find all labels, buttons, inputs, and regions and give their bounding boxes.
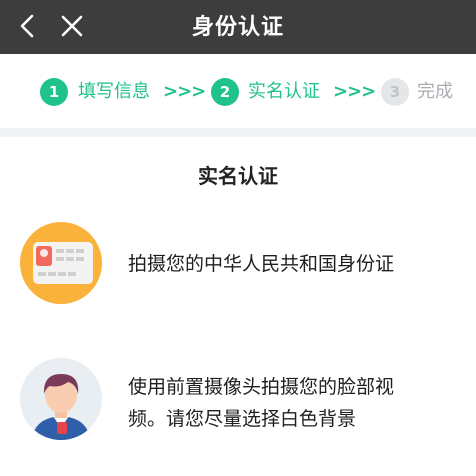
page-title: 身份认证 [191,14,284,40]
step-2-label: 实名认证 [248,81,320,102]
step-1-label: 填写信息 [78,81,150,102]
face-video-method-text-line1: 使用前置摄像头拍摄您的脸部视 [128,376,395,398]
step-separator-2: >>> [333,81,376,102]
id-card-method-text: 拍摄您的中华人民共和国身份证 [128,253,395,275]
section-title: 实名认证 [198,164,278,188]
step-separator-1: >>> [163,81,206,102]
top-navigation-bar: 身份认证 [0,0,476,54]
step-2-number: 2 [211,78,239,106]
step-3-number: 3 [381,78,409,106]
step-1-number: 1 [40,78,68,106]
step-3-label: 完成 [417,81,453,102]
progress-steps: 1 填写信息 >>> 2 实名认证 >>> 3 完成 [0,54,476,128]
id-card-icon [20,222,102,304]
section-divider [0,128,476,137]
person-avatar-icon [20,358,102,440]
face-video-method-text-line2: 频。请您尽量选择白色背景 [128,408,357,430]
